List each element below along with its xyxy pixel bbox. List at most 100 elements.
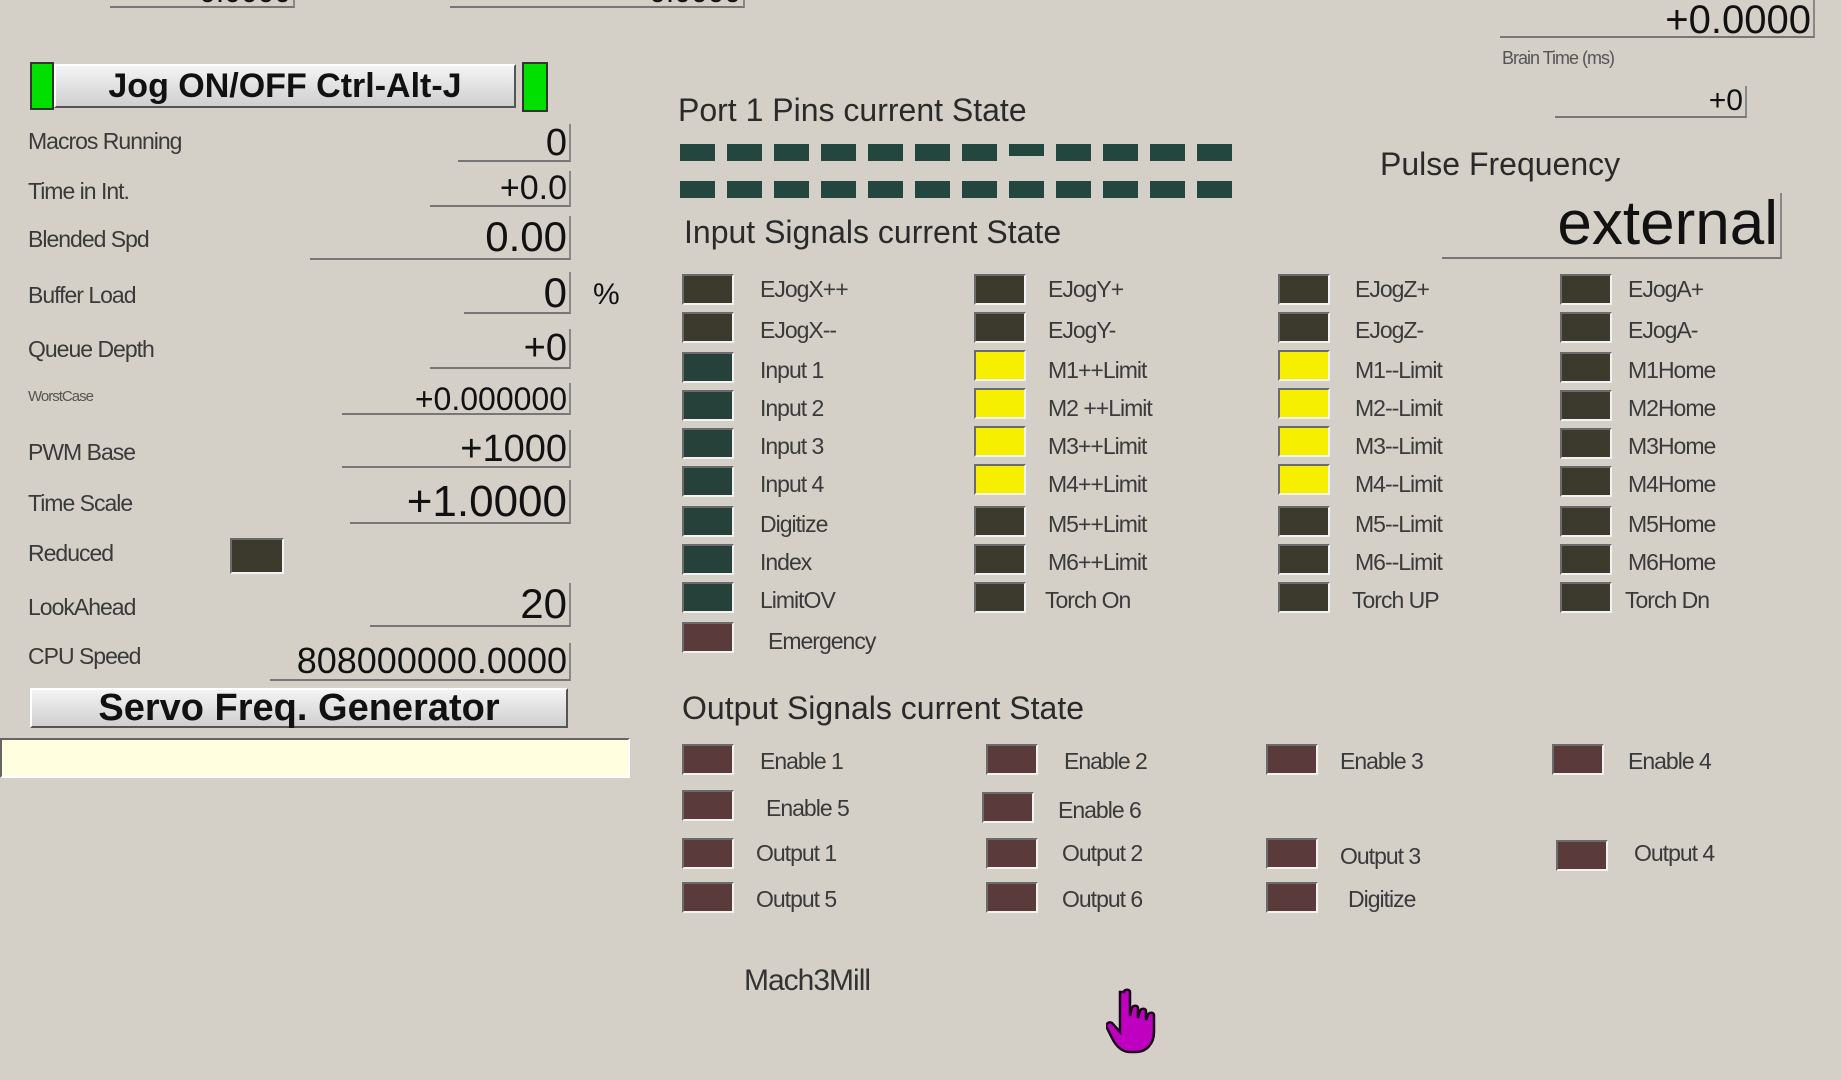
m3-plus-limit-led bbox=[974, 426, 1026, 457]
buffer-load-label: Buffer Load bbox=[28, 282, 137, 308]
ejog-x-plus-label: EJogX++ bbox=[760, 276, 849, 302]
buffer-load-dro: 0 bbox=[464, 272, 571, 314]
ejog-a-plus-label: EJogA+ bbox=[1628, 276, 1704, 302]
pulse-frequency-dro: external bbox=[1442, 193, 1782, 259]
pin-led bbox=[962, 144, 997, 161]
pin-led bbox=[1150, 181, 1185, 198]
torch-on-label: Torch On bbox=[1045, 587, 1131, 613]
brain-time-dro: +0 bbox=[1555, 86, 1747, 118]
emergency-led bbox=[682, 622, 734, 653]
reduced-led bbox=[230, 538, 284, 574]
top-right-dro: +0.0000 bbox=[1500, 0, 1815, 40]
message-bar[interactable] bbox=[0, 738, 630, 778]
pin-led bbox=[1103, 144, 1138, 161]
output-5-led bbox=[682, 882, 734, 913]
m2-minus-limit-led bbox=[1278, 388, 1330, 419]
digitize-input-led bbox=[682, 506, 734, 537]
m5-minus-limit-label: M5--Limit bbox=[1355, 511, 1443, 537]
enable-6-led bbox=[982, 792, 1034, 823]
m2-home-label: M2Home bbox=[1628, 395, 1716, 421]
m1-plus-limit-label: M1++Limit bbox=[1048, 357, 1147, 383]
pin-led bbox=[1056, 181, 1091, 198]
m4-plus-limit-led bbox=[974, 464, 1026, 495]
pin-led bbox=[1009, 181, 1044, 198]
input-4-label: Input 4 bbox=[760, 471, 824, 497]
top-left-dro: 0.0000 bbox=[110, 0, 295, 8]
m4-home-label: M4Home bbox=[1628, 471, 1716, 497]
m2-home-led bbox=[1560, 390, 1612, 421]
worstcase-dro: +0.000000 bbox=[342, 383, 571, 415]
m2-plus-limit-led bbox=[974, 388, 1026, 419]
m4-minus-limit-label: M4--Limit bbox=[1355, 471, 1443, 497]
ejog-a-minus-label: EJogA- bbox=[1628, 317, 1698, 343]
input-2-label: Input 2 bbox=[760, 395, 824, 421]
output-3-led bbox=[1266, 838, 1318, 869]
input-signals-title: Input Signals current State bbox=[684, 214, 1062, 250]
output-1-label: Output 1 bbox=[756, 840, 837, 866]
output-1-led bbox=[682, 838, 734, 869]
digitize-output-led bbox=[1266, 882, 1318, 913]
enable-2-label: Enable 2 bbox=[1064, 748, 1148, 774]
pulse-frequency-label: Pulse Frequency bbox=[1380, 146, 1621, 182]
lookahead-dro: 20 bbox=[370, 583, 571, 627]
ejog-z-plus-label: EJogZ+ bbox=[1355, 276, 1430, 302]
output-5-label: Output 5 bbox=[756, 886, 837, 912]
m5-home-label: M5Home bbox=[1628, 511, 1716, 537]
m3-minus-limit-label: M3--Limit bbox=[1355, 433, 1443, 459]
input-4-led bbox=[682, 466, 734, 497]
m6-plus-limit-led bbox=[974, 544, 1026, 575]
m1-home-led bbox=[1560, 352, 1612, 383]
time-in-int-dro: +0.0 bbox=[430, 171, 571, 207]
pin-led bbox=[1197, 144, 1232, 161]
ejog-x-plus-led bbox=[682, 274, 734, 305]
m6-home-label: M6Home bbox=[1628, 549, 1716, 575]
input-3-led bbox=[682, 428, 734, 459]
ejog-a-minus-led bbox=[1560, 312, 1612, 343]
blended-spd-dro: 0.00 bbox=[310, 216, 571, 260]
m6-minus-limit-led bbox=[1278, 544, 1330, 575]
enable-1-led bbox=[682, 744, 734, 775]
port-pins-row-2 bbox=[680, 181, 1240, 203]
jog-led-right bbox=[522, 62, 548, 112]
pin-led bbox=[680, 144, 715, 161]
m3-home-label: M3Home bbox=[1628, 433, 1716, 459]
pin-led bbox=[821, 181, 856, 198]
m4-home-led bbox=[1560, 466, 1612, 497]
queue-depth-label: Queue Depth bbox=[28, 336, 155, 362]
output-signals-title: Output Signals current State bbox=[682, 690, 1084, 726]
pin-led bbox=[915, 144, 950, 161]
ejog-y-minus-label: EJogY- bbox=[1048, 317, 1116, 343]
time-scale-label: Time Scale bbox=[28, 490, 133, 516]
output-6-label: Output 6 bbox=[1062, 886, 1143, 912]
torch-dn-led bbox=[1560, 582, 1612, 613]
pin-led bbox=[868, 181, 903, 198]
torch-up-led bbox=[1278, 582, 1330, 613]
pin-led bbox=[727, 181, 762, 198]
jog-led-left bbox=[30, 62, 54, 110]
cpu-speed-dro: 808000000.0000 bbox=[270, 643, 571, 681]
output-4-led bbox=[1556, 840, 1608, 871]
servo-freq-generator-button[interactable]: Servo Freq. Generator bbox=[30, 688, 568, 728]
ejog-a-plus-led bbox=[1560, 274, 1612, 305]
torch-dn-label: Torch Dn bbox=[1625, 587, 1710, 613]
m6-minus-limit-label: M6--Limit bbox=[1355, 549, 1443, 575]
m1-minus-limit-label: M1--Limit bbox=[1355, 357, 1443, 383]
profile-name: Mach3Mill bbox=[744, 964, 871, 997]
limit-ov-label: LimitOV bbox=[760, 587, 836, 613]
digitize-input-label: Digitize bbox=[760, 511, 828, 537]
lookahead-label: LookAhead bbox=[28, 594, 136, 620]
output-2-led bbox=[986, 838, 1038, 869]
jog-toggle-button[interactable]: Jog ON/OFF Ctrl-Alt-J bbox=[54, 64, 516, 108]
enable-5-label: Enable 5 bbox=[766, 795, 850, 821]
enable-3-led bbox=[1266, 744, 1318, 775]
enable-5-led bbox=[682, 790, 734, 821]
enable-6-label: Enable 6 bbox=[1058, 797, 1142, 823]
ejog-x-minus-led bbox=[682, 312, 734, 343]
m6-home-led bbox=[1560, 544, 1612, 575]
hand-cursor-icon bbox=[1106, 988, 1156, 1054]
ejog-y-plus-label: EJogY+ bbox=[1048, 276, 1124, 302]
pin-led bbox=[962, 181, 997, 198]
m5-plus-limit-led bbox=[974, 506, 1026, 537]
pin-led bbox=[1056, 144, 1091, 161]
pin-led bbox=[680, 181, 715, 198]
